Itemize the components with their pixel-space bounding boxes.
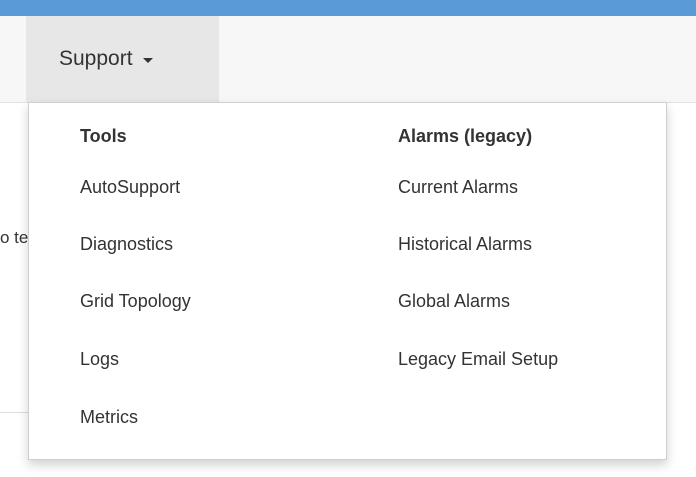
menu-item-global-alarms[interactable]: Global Alarms <box>398 291 510 312</box>
menu-item-logs[interactable]: Logs <box>80 349 119 370</box>
menu-item-legacy-email-setup[interactable]: Legacy Email Setup <box>398 349 558 370</box>
alarms-header: Alarms (legacy) <box>398 126 533 146</box>
top-accent-bar <box>0 0 696 16</box>
support-dropdown-menu: Tools AutoSupport Diagnostics Grid Topol… <box>28 102 667 460</box>
menu-item-diagnostics[interactable]: Diagnostics <box>80 234 173 255</box>
menu-item-grid-topology[interactable]: Grid Topology <box>80 291 191 312</box>
support-menu-toggle[interactable]: Support <box>26 16 219 102</box>
background-partial-text: o te <box>0 228 29 247</box>
tools-header: Tools <box>80 126 127 146</box>
page: Support o te Tools AutoSupport Diagnosti… <box>0 0 696 477</box>
support-menu-label: Support <box>59 47 133 70</box>
menu-item-historical-alarms[interactable]: Historical Alarms <box>398 234 532 255</box>
background-divider <box>0 412 30 413</box>
menu-item-current-alarms[interactable]: Current Alarms <box>398 177 518 198</box>
menu-item-autosupport[interactable]: AutoSupport <box>80 177 180 198</box>
caret-down-icon <box>142 57 153 63</box>
menu-item-metrics[interactable]: Metrics <box>80 407 138 428</box>
